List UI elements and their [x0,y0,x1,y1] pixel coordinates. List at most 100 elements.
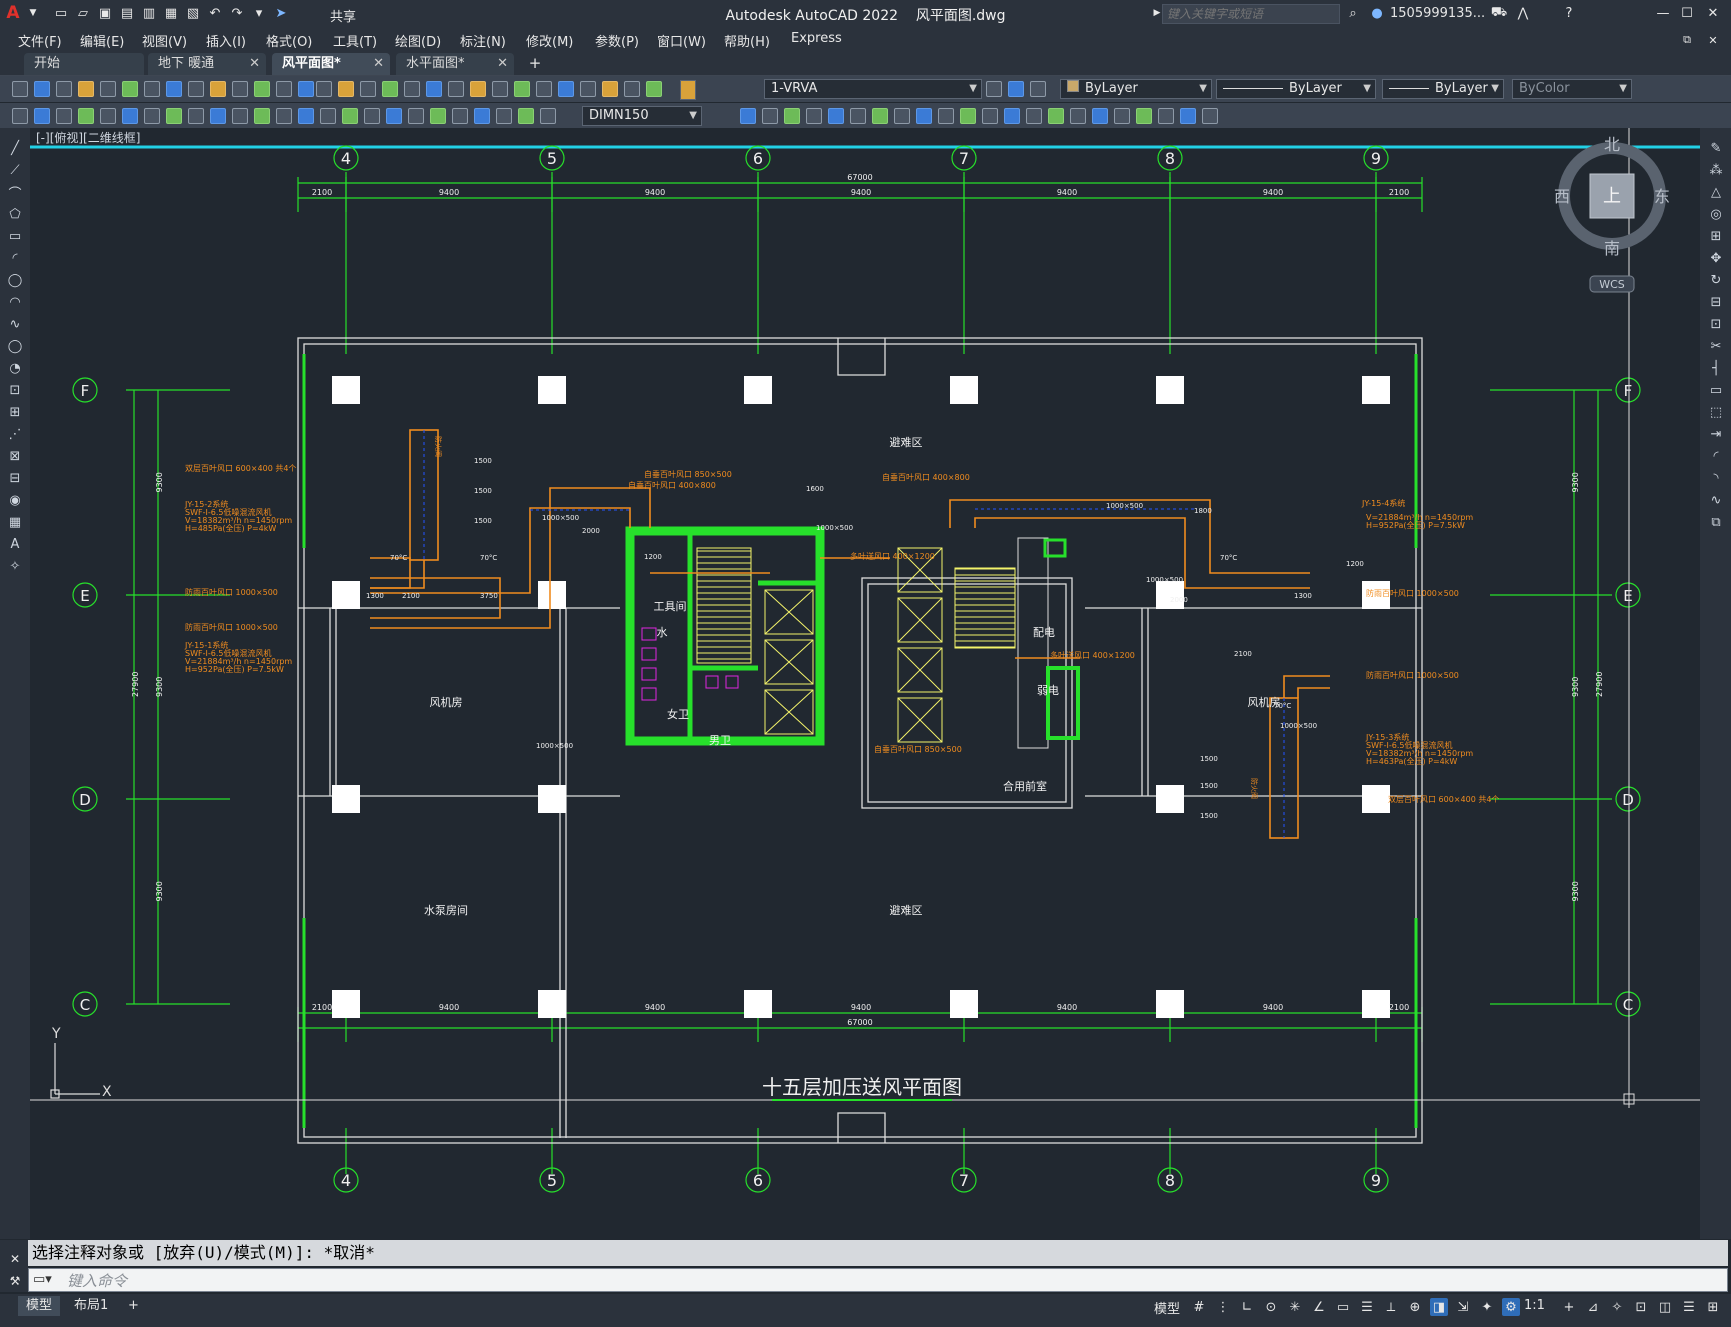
menu-parametric[interactable]: 参数(P) [595,31,639,50]
draw-tool-icon[interactable]: ╱ [7,140,23,156]
standard-tool-icon[interactable] [602,81,618,97]
dimension-tool-icon[interactable] [78,108,94,124]
dimension-tool-icon[interactable] [496,108,512,124]
dimension-tool-icon[interactable] [1158,108,1174,124]
modify-tool-icon[interactable]: ∿ [1708,492,1724,508]
tab-close-icon[interactable]: ✕ [497,53,508,75]
user-name[interactable]: 1505999135... [1390,6,1485,21]
dimension-tool-icon[interactable] [1114,108,1130,124]
dimension-tool-icon[interactable] [982,108,998,124]
dimension-tool-icon[interactable] [872,108,888,124]
doc-close-icon[interactable]: ✕ [1704,31,1722,49]
tab-wind-plan[interactable]: 风平面图* ✕ [272,53,390,75]
draw-tool-icon[interactable]: ◔ [7,360,23,376]
draw-tool-icon[interactable]: ⊠ [7,448,23,464]
draw-tool-icon[interactable]: ⊡ [7,382,23,398]
status-toggle-icon[interactable]: # [1190,1298,1208,1316]
new-tab-icon[interactable]: + [526,54,544,72]
tab-model[interactable]: 模型 [18,1296,61,1316]
dimension-tool-icon[interactable] [166,108,182,124]
dimension-tool-icon[interactable] [408,108,424,124]
dimension-tool-icon[interactable] [56,108,72,124]
dimension-tool-icon[interactable] [232,108,248,124]
standard-tool-icon[interactable] [624,81,640,97]
standard-tool-icon[interactable] [34,81,50,97]
search-icon[interactable]: ⌕ [1344,4,1362,22]
menu-help[interactable]: 帮助(H) [724,31,770,50]
floor-plan-drawing[interactable]: [-][俯视][二维线框] 445566778899F FE ED DC C21… [30,128,1700,1239]
draw-tool-icon[interactable]: ◜ [7,250,23,266]
dimension-tool-icon[interactable] [452,108,468,124]
tab-close-icon[interactable]: ✕ [373,53,384,75]
cart-icon[interactable]: ⛟ [1490,4,1508,22]
standard-tool-icon[interactable] [78,81,94,97]
dimension-tool-icon[interactable] [320,108,336,124]
standard-tool-icon[interactable] [360,81,376,97]
dimension-tool-icon[interactable] [828,108,844,124]
command-close-icon[interactable]: ✕ [6,1250,24,1268]
draw-tool-icon[interactable]: ◉ [7,492,23,508]
status-toggle-icon[interactable]: ⊡ [1632,1298,1650,1316]
status-toggle-icon[interactable]: ⇲ [1454,1298,1472,1316]
status-toggle-icon[interactable]: ⋮ [1214,1298,1232,1316]
annotation-scale[interactable]: 1:1 [1524,1298,1545,1313]
dimension-tool-icon[interactable] [960,108,976,124]
dimension-tool-icon[interactable] [1202,108,1218,124]
dimension-tool-icon[interactable] [784,108,800,124]
dimension-tool-icon[interactable] [364,108,380,124]
standard-tool-icon[interactable] [144,81,160,97]
standard-tool-icon[interactable] [12,81,28,97]
modify-tool-icon[interactable]: ⊡ [1708,316,1724,332]
status-toggle-icon[interactable]: ☰ [1358,1298,1376,1316]
modify-tool-icon[interactable]: ▭ [1708,382,1724,398]
dimension-tool-icon[interactable] [850,108,866,124]
command-input-box[interactable]: ▭▾ [28,1268,1728,1292]
layer-dropdown[interactable]: 1-VRVA ▼ [764,79,982,99]
menu-insert[interactable]: 插入(I) [206,31,246,50]
dimension-tool-icon[interactable] [386,108,402,124]
dimension-tool-icon[interactable] [518,108,534,124]
standard-tool-icon[interactable] [276,81,292,97]
draw-tool-icon[interactable]: ⟋ [7,162,23,178]
menu-edit[interactable]: 编辑(E) [80,31,124,50]
dimension-tool-icon[interactable] [254,108,270,124]
draw-tool-icon[interactable]: ✧ [7,558,23,574]
modify-tool-icon[interactable]: ⬚ [1708,404,1724,420]
dimension-tool-icon[interactable] [122,108,138,124]
status-toggle-icon[interactable]: ✳ [1286,1298,1304,1316]
menu-dimension[interactable]: 标注(N) [460,31,506,50]
status-toggle-icon[interactable]: ∠ [1310,1298,1328,1316]
modify-tool-icon[interactable]: ✎ [1708,140,1724,156]
model-space-button[interactable]: 模型 [1154,1298,1180,1317]
modify-tool-icon[interactable]: ⊞ [1708,228,1724,244]
draw-tool-icon[interactable]: ∿ [7,316,23,332]
dimension-tool-icon[interactable] [806,108,822,124]
standard-tool-icon[interactable] [448,81,464,97]
dimension-tool-icon[interactable] [188,108,204,124]
modify-tool-icon[interactable]: ↻ [1708,272,1724,288]
command-input[interactable] [65,1270,1669,1292]
standard-tool-icon[interactable] [426,81,442,97]
doc-restore-icon[interactable]: ⧉ [1678,31,1696,49]
standard-tool-icon[interactable] [254,81,270,97]
modify-tool-icon[interactable]: ⇥ [1708,426,1724,442]
standard-tool-icon[interactable] [986,81,1002,97]
draw-tool-icon[interactable]: ⌒ [7,184,23,202]
status-toggle-icon[interactable]: ✦ [1478,1298,1496,1316]
draw-tool-icon[interactable]: ◯ [7,338,23,354]
standard-tool-icon[interactable] [536,81,552,97]
command-recent-icon[interactable]: ▭▾ [33,1269,52,1291]
dimension-tool-icon[interactable] [1048,108,1064,124]
draw-tool-icon[interactable]: ▭ [7,228,23,244]
color-dropdown[interactable]: ByLayer ▼ [1060,79,1212,99]
dimension-tool-icon[interactable] [762,108,778,124]
draw-tool-icon[interactable]: ⋰ [7,426,23,442]
modify-tool-icon[interactable]: ◝ [1708,470,1724,486]
dimension-tool-icon[interactable] [342,108,358,124]
modify-tool-icon[interactable]: △ [1708,184,1724,200]
menu-file[interactable]: 文件(F) [18,31,62,50]
draw-tool-icon[interactable]: ▦ [7,514,23,530]
status-toggle-icon[interactable]: + [1560,1298,1578,1316]
dimension-tool-icon[interactable] [740,108,756,124]
modify-tool-icon[interactable]: ✥ [1708,250,1724,266]
